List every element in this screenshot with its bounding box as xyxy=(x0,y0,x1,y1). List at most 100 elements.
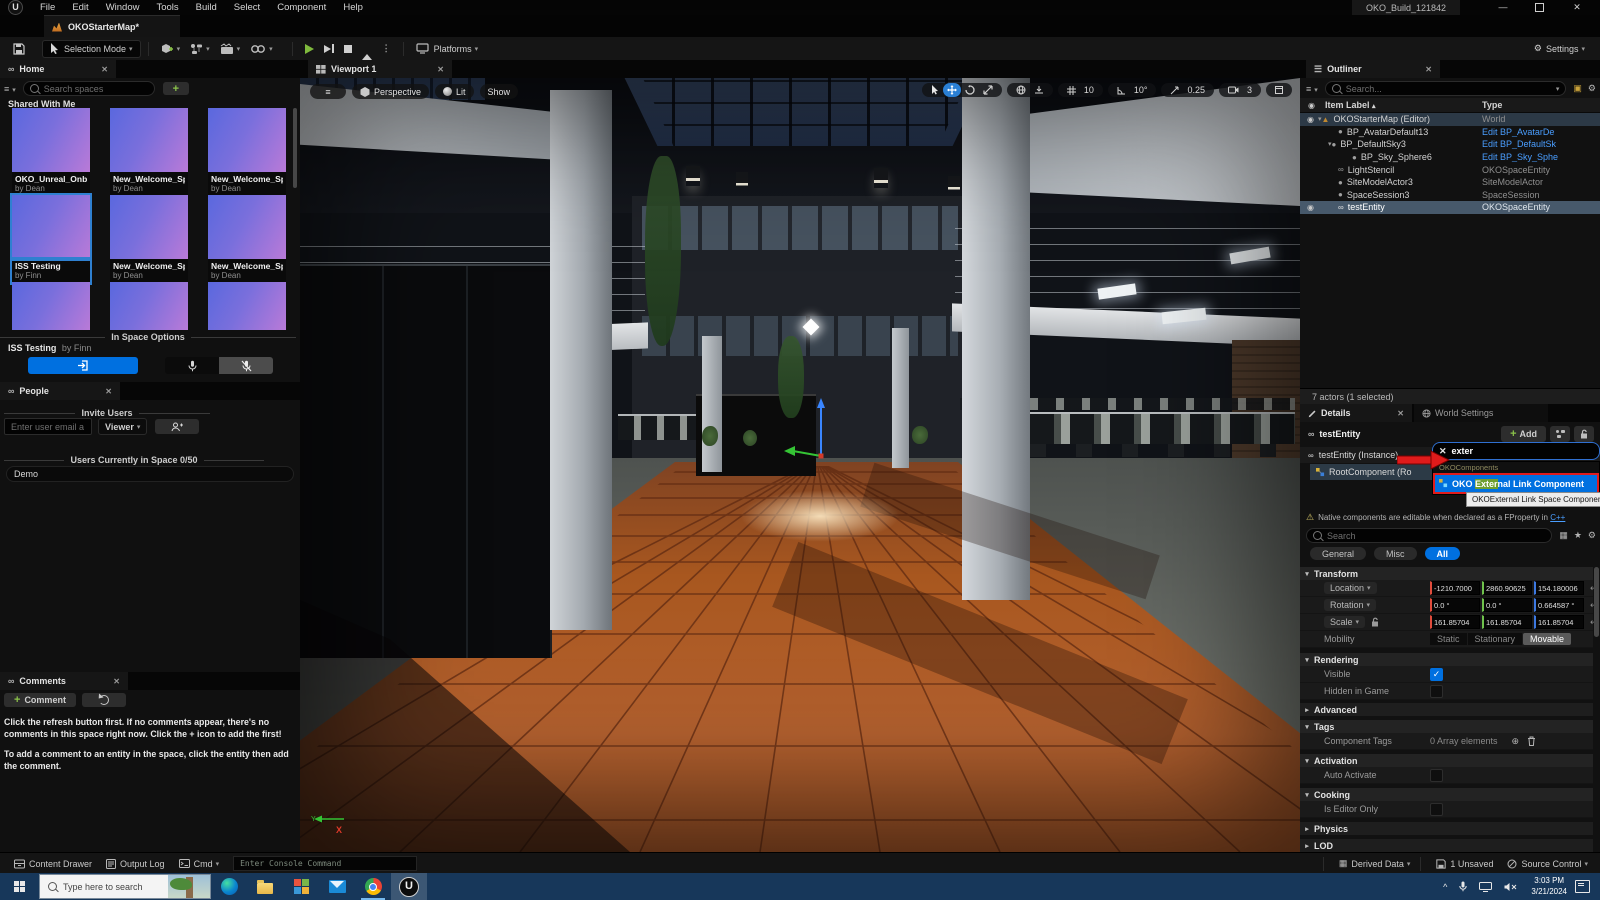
rotation-x[interactable]: 0.0 ° xyxy=(1430,598,1480,612)
details-settings-icon[interactable]: ⚙ xyxy=(1588,530,1596,541)
auto-activate-checkbox[interactable] xyxy=(1430,769,1443,782)
leave-space-button[interactable] xyxy=(28,357,138,374)
space-card[interactable]: New_Welcome_Sp...by Dean xyxy=(110,195,188,283)
menu-edit[interactable]: Edit xyxy=(72,2,88,13)
menu-help[interactable]: Help xyxy=(343,2,363,13)
close-icon[interactable]: ✕ xyxy=(437,65,444,74)
scale-x[interactable]: 161.85704 xyxy=(1430,615,1480,629)
close-icon[interactable]: ✕ xyxy=(1397,409,1404,418)
blueprints-button[interactable]: ▾ xyxy=(185,40,215,57)
grid-snap-value[interactable]: 10 xyxy=(1080,85,1098,95)
surface-snap-toggle[interactable] xyxy=(1030,85,1048,95)
tab-all[interactable]: All xyxy=(1425,547,1461,560)
selection-mode-dropdown[interactable]: Selection Mode ▾ xyxy=(42,40,141,58)
play-button[interactable] xyxy=(300,40,319,57)
scale-lock-icon[interactable] xyxy=(1371,617,1379,627)
tray-usb-icon[interactable] xyxy=(1459,881,1467,892)
tab-comments[interactable]: ∞ Comments ✕ xyxy=(0,672,128,690)
camera-speed-group[interactable]: 3 xyxy=(1219,83,1261,97)
outliner-row-lightstencil[interactable]: ∞ LightStencil OKOSpaceEntity xyxy=(1300,163,1600,176)
space-card[interactable] xyxy=(208,282,286,330)
component-search-input[interactable]: ✕ exter xyxy=(1432,442,1600,460)
location-dropdown[interactable]: Location▾ xyxy=(1324,582,1377,594)
visibility-column-icon[interactable]: ◉ xyxy=(1308,101,1315,110)
add-space-button[interactable]: + xyxy=(163,82,189,95)
menu-build[interactable]: Build xyxy=(196,2,217,13)
output-log-button[interactable]: Output Log xyxy=(106,859,165,869)
lock-button[interactable] xyxy=(1574,426,1594,442)
action-center-icon[interactable] xyxy=(1575,880,1590,893)
rotation-z[interactable]: 0.664587 ° xyxy=(1534,598,1584,612)
tab-viewport-1[interactable]: Viewport 1 ✕ xyxy=(308,60,452,78)
add-component-button[interactable]: +Add xyxy=(1501,426,1546,442)
tab-details[interactable]: Details ✕ xyxy=(1300,404,1412,422)
scale-tool[interactable] xyxy=(979,85,997,95)
user-list-item[interactable]: Demo xyxy=(6,466,294,482)
outliner-row-defaultsky[interactable]: ▾ ● BP_DefaultSky3 Edit BP_DefaultSk xyxy=(1300,138,1600,151)
cinematics-button[interactable]: ▾ xyxy=(215,40,246,57)
space-card[interactable]: New_Welcome_Sp...by Dean xyxy=(110,108,188,196)
section-advanced[interactable]: ▸Advanced xyxy=(1300,703,1593,716)
tab-home[interactable]: ∞ Home ✕ xyxy=(0,60,116,78)
details-scrollbar[interactable] xyxy=(1594,567,1599,637)
tab-world-settings[interactable]: World Settings xyxy=(1414,404,1548,422)
scale-dropdown[interactable]: Scale▾ xyxy=(1324,616,1365,628)
show-dropdown[interactable]: Show xyxy=(480,84,519,99)
outliner-search-input[interactable]: Search... ▾ xyxy=(1325,81,1567,96)
dropdown-item-external-link[interactable]: OKO External Link Component xyxy=(1433,473,1599,494)
location-x[interactable]: -1210.7000 xyxy=(1430,581,1480,595)
mobility-static[interactable]: Static xyxy=(1430,633,1467,645)
source-control-button[interactable]: Source Control ▾ xyxy=(1507,859,1588,869)
section-rendering[interactable]: ▾Rendering xyxy=(1300,653,1593,666)
space-card[interactable]: New_Welcome_Sp...by Dean xyxy=(208,195,286,283)
trash-icon[interactable] xyxy=(1527,736,1536,746)
tab-okostartermap[interactable]: OKOStarterMap* xyxy=(44,15,180,38)
role-dropdown[interactable]: Viewer▾ xyxy=(98,418,147,435)
add-comment-button[interactable]: + Comment xyxy=(4,693,76,707)
invite-user-button[interactable] xyxy=(155,419,199,434)
taskbar-chrome[interactable] xyxy=(355,873,391,900)
frame-skip-button[interactable] xyxy=(319,40,339,57)
space-card[interactable]: OKO_Unreal_Onbo...by Dean xyxy=(12,108,90,196)
move-tool[interactable] xyxy=(943,83,961,97)
content-drawer-button[interactable]: Content Drawer xyxy=(14,859,92,869)
display-options-icon[interactable]: ▦ xyxy=(1559,530,1568,541)
visible-checkbox[interactable]: ✓ xyxy=(1430,668,1443,681)
space-card[interactable]: New_Welcome_Sp...by Dean xyxy=(208,108,286,196)
unsaved-button[interactable]: 1 Unsaved xyxy=(1436,859,1493,869)
filter-icon[interactable]: ≡▾ xyxy=(4,84,16,94)
cpp-link[interactable]: C++ xyxy=(1550,513,1565,522)
select-tool[interactable] xyxy=(927,85,943,95)
close-icon[interactable]: ✕ xyxy=(1425,65,1432,74)
menu-select[interactable]: Select xyxy=(234,2,260,13)
mobility-movable[interactable]: Movable xyxy=(1523,633,1571,645)
stop-button[interactable] xyxy=(339,40,357,57)
blueprint-edit-button[interactable] xyxy=(1550,426,1570,442)
close-icon[interactable]: ✕ xyxy=(113,677,120,686)
start-button[interactable] xyxy=(14,881,25,892)
mic-on-button[interactable] xyxy=(165,357,219,374)
section-transform[interactable]: ▾Transform xyxy=(1300,567,1593,580)
oko-tools-button[interactable]: ▾ xyxy=(245,40,278,57)
email-field[interactable]: Enter user email a xyxy=(4,418,92,435)
rotation-y[interactable]: 0.0 ° xyxy=(1482,598,1532,612)
play-options-button[interactable]: ⋮ xyxy=(377,40,396,57)
close-icon[interactable]: ✕ xyxy=(101,65,108,74)
close-button[interactable]: ✕ xyxy=(1570,0,1584,14)
scale-y[interactable]: 161.85704 xyxy=(1482,615,1532,629)
taskbar-edge[interactable] xyxy=(211,873,247,900)
space-card-selected[interactable]: ISS Testingby Finn xyxy=(12,195,90,283)
editor-only-checkbox[interactable] xyxy=(1430,803,1443,816)
tray-display-icon[interactable] xyxy=(1479,882,1492,892)
section-physics[interactable]: ▸Physics xyxy=(1300,822,1593,835)
section-tags[interactable]: ▾Tags xyxy=(1300,720,1593,733)
eye-icon[interactable]: ◉ xyxy=(1307,203,1314,212)
rotation-dropdown[interactable]: Rotation▾ xyxy=(1324,599,1376,611)
maximize-viewport-button[interactable] xyxy=(1266,83,1292,97)
taskbar-mail[interactable] xyxy=(319,873,355,900)
outliner-settings-icon[interactable]: ⚙ xyxy=(1588,83,1596,94)
location-y[interactable]: 2860.90625 xyxy=(1482,581,1532,595)
menu-tools[interactable]: Tools xyxy=(156,2,178,13)
lit-dropdown[interactable]: Lit xyxy=(435,84,474,99)
cmd-dropdown[interactable]: Cmd ▾ xyxy=(179,859,220,869)
